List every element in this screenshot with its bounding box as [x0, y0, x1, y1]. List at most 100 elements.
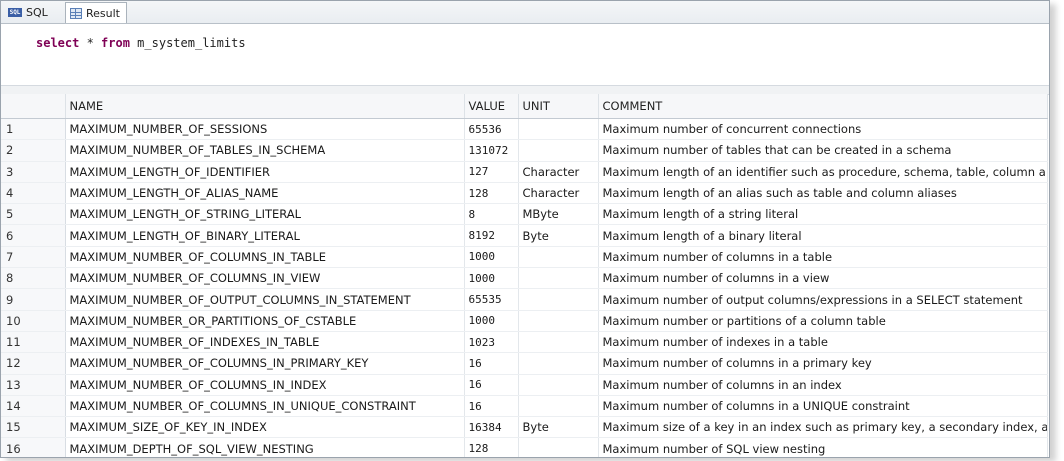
- header-unit[interactable]: UNIT: [518, 94, 599, 119]
- comment-cell[interactable]: Maximum number of tables that can be cre…: [598, 139, 1048, 162]
- comment-cell[interactable]: Maximum length of a binary literal: [598, 224, 1048, 247]
- name-cell[interactable]: MAXIMUM_NUMBER_OF_COLUMNS_IN_PRIMARY_KEY: [65, 352, 465, 375]
- unit-cell[interactable]: [518, 374, 599, 396]
- table-row[interactable]: 11 MAXIMUM_NUMBER_OF_INDEXES_IN_TABLE 1023…: [1, 331, 1048, 354]
- unit-cell[interactable]: [518, 139, 599, 162]
- name-cell[interactable]: MAXIMUM_NUMBER_OF_COLUMNS_IN_VIEW: [65, 267, 465, 290]
- unit-cell[interactable]: Byte: [518, 224, 599, 247]
- row-number-cell[interactable]: 8: [1, 267, 66, 290]
- unit-cell[interactable]: [518, 267, 599, 290]
- unit-cell[interactable]: [518, 288, 599, 311]
- unit-cell[interactable]: Character: [518, 161, 599, 183]
- unit-cell[interactable]: [518, 352, 599, 375]
- table-row[interactable]: 2 MAXIMUM_NUMBER_OF_TABLES_IN_SCHEMA 13107…: [1, 139, 1048, 162]
- header-value[interactable]: VALUE: [464, 94, 519, 119]
- comment-cell[interactable]: Maximum length of an alias such as table…: [598, 182, 1048, 205]
- row-number-cell[interactable]: 11: [1, 331, 66, 354]
- value-cell[interactable]: 8: [464, 203, 519, 226]
- value-cell[interactable]: 65536: [464, 118, 519, 141]
- comment-cell[interactable]: Maximum number of columns in a table: [598, 246, 1048, 269]
- value-cell[interactable]: 128: [464, 437, 519, 457]
- name-cell[interactable]: MAXIMUM_NUMBER_OF_INDEXES_IN_TABLE: [65, 331, 465, 354]
- row-number-cell[interactable]: 14: [1, 395, 66, 418]
- table-row[interactable]: 6 MAXIMUM_LENGTH_OF_BINARY_LITERAL 8192 Byt…: [1, 224, 1048, 247]
- header-name[interactable]: NAME: [65, 94, 465, 119]
- table-row[interactable]: 4 MAXIMUM_LENGTH_OF_ALIAS_NAME 128 Characte…: [1, 182, 1048, 205]
- row-number-cell[interactable]: 4: [1, 182, 66, 205]
- row-number-cell[interactable]: 15: [1, 416, 66, 439]
- comment-cell[interactable]: Maximum number of columns in a UNIQUE co…: [598, 395, 1048, 418]
- name-cell[interactable]: MAXIMUM_DEPTH_OF_SQL_VIEW_NESTING: [65, 437, 465, 457]
- table-row[interactable]: 3 MAXIMUM_LENGTH_OF_IDENTIFIER 127 Characte…: [1, 161, 1048, 183]
- table-row[interactable]: 5 MAXIMUM_LENGTH_OF_STRING_LITERAL 8 MByte M…: [1, 203, 1048, 226]
- unit-cell[interactable]: [518, 437, 599, 457]
- comment-cell[interactable]: Maximum size of a key in an index such a…: [598, 416, 1048, 439]
- value-cell[interactable]: 16: [464, 352, 519, 375]
- table-row[interactable]: 9 MAXIMUM_NUMBER_OF_OUTPUT_COLUMNS_IN_STA…: [1, 288, 1048, 311]
- table-row[interactable]: 7 MAXIMUM_NUMBER_OF_COLUMNS_IN_TABLE 1000 M…: [1, 246, 1048, 269]
- sql-query-text[interactable]: select * from m_system_limits: [1, 24, 1049, 85]
- row-number-cell[interactable]: 12: [1, 352, 66, 375]
- comment-cell[interactable]: Maximum number of columns in a primary k…: [598, 352, 1048, 375]
- comment-cell[interactable]: Maximum number or partitions of a column…: [598, 310, 1048, 332]
- header-comment[interactable]: COMMENT: [598, 94, 1048, 119]
- name-cell[interactable]: MAXIMUM_NUMBER_OF_COLUMNS_IN_TABLE: [65, 246, 465, 269]
- row-number-cell[interactable]: 13: [1, 374, 66, 396]
- comment-cell[interactable]: Maximum number of indexes in a table: [598, 331, 1048, 354]
- table-row[interactable]: 1 MAXIMUM_NUMBER_OF_SESSIONS 65536 Maximum …: [1, 118, 1048, 141]
- name-cell[interactable]: MAXIMUM_LENGTH_OF_STRING_LITERAL: [65, 203, 465, 226]
- table-row[interactable]: 13 MAXIMUM_NUMBER_OF_COLUMNS_IN_INDEX 16 Ma…: [1, 374, 1048, 396]
- value-cell[interactable]: 1000: [464, 246, 519, 269]
- tab-sql[interactable]: SQL SQL: [4, 3, 56, 22]
- value-cell[interactable]: 8192: [464, 224, 519, 247]
- name-cell[interactable]: MAXIMUM_LENGTH_OF_BINARY_LITERAL: [65, 224, 465, 247]
- value-cell[interactable]: 128: [464, 182, 519, 205]
- value-cell[interactable]: 1000: [464, 267, 519, 290]
- unit-cell[interactable]: [518, 118, 599, 141]
- row-number-cell[interactable]: 16: [1, 437, 66, 457]
- comment-cell[interactable]: Maximum number of concurrent connections: [598, 118, 1048, 141]
- name-cell[interactable]: MAXIMUM_NUMBER_OR_PARTITIONS_OF_CSTABLE: [65, 310, 465, 332]
- unit-cell[interactable]: [518, 395, 599, 418]
- name-cell[interactable]: MAXIMUM_NUMBER_OF_TABLES_IN_SCHEMA: [65, 139, 465, 162]
- unit-cell[interactable]: Byte: [518, 416, 599, 439]
- table-row[interactable]: 15 MAXIMUM_SIZE_OF_KEY_IN_INDEX 16384 Byte M…: [1, 416, 1048, 439]
- value-cell[interactable]: 1023: [464, 331, 519, 354]
- unit-cell[interactable]: [518, 246, 599, 269]
- name-cell[interactable]: MAXIMUM_SIZE_OF_KEY_IN_INDEX: [65, 416, 465, 439]
- comment-cell[interactable]: Maximum length of an identifier such as …: [598, 161, 1048, 183]
- table-row[interactable]: 14 MAXIMUM_NUMBER_OF_COLUMNS_IN_UNIQUE_CO…: [1, 395, 1048, 418]
- name-cell[interactable]: MAXIMUM_NUMBER_OF_OUTPUT_COLUMNS_IN_STAT…: [65, 288, 465, 311]
- row-number-cell[interactable]: 6: [1, 224, 66, 247]
- row-number-cell[interactable]: 9: [1, 288, 66, 311]
- name-cell[interactable]: MAXIMUM_NUMBER_OF_COLUMNS_IN_INDEX: [65, 374, 465, 396]
- row-number-cell[interactable]: 2: [1, 139, 66, 162]
- value-cell[interactable]: 16: [464, 395, 519, 418]
- comment-cell[interactable]: Maximum number of output columns/express…: [598, 288, 1048, 311]
- row-number-cell[interactable]: 10: [1, 310, 66, 332]
- table-row[interactable]: 10 MAXIMUM_NUMBER_OR_PARTITIONS_OF_CSTABL…: [1, 310, 1048, 332]
- comment-cell[interactable]: Maximum number of SQL view nesting: [598, 437, 1048, 457]
- unit-cell[interactable]: MByte: [518, 203, 599, 226]
- comment-cell[interactable]: Maximum number of columns in a view: [598, 267, 1048, 290]
- value-cell[interactable]: 127: [464, 161, 519, 183]
- comment-cell[interactable]: Maximum length of a string literal: [598, 203, 1048, 226]
- table-row[interactable]: 8 MAXIMUM_NUMBER_OF_COLUMNS_IN_VIEW 1000 Ma…: [1, 267, 1048, 290]
- name-cell[interactable]: MAXIMUM_LENGTH_OF_IDENTIFIER: [65, 161, 465, 183]
- unit-cell[interactable]: [518, 331, 599, 354]
- unit-cell[interactable]: Character: [518, 182, 599, 205]
- name-cell[interactable]: MAXIMUM_NUMBER_OF_COLUMNS_IN_UNIQUE_CONS…: [65, 395, 465, 418]
- header-row-number[interactable]: [1, 94, 66, 119]
- row-number-cell[interactable]: 5: [1, 203, 66, 226]
- row-number-cell[interactable]: 1: [1, 118, 66, 141]
- value-cell[interactable]: 131072: [464, 139, 519, 162]
- tab-result[interactable]: Result: [65, 2, 127, 23]
- name-cell[interactable]: MAXIMUM_LENGTH_OF_ALIAS_NAME: [65, 182, 465, 205]
- table-row[interactable]: 12 MAXIMUM_NUMBER_OF_COLUMNS_IN_PRIMARY_K…: [1, 352, 1048, 375]
- name-cell[interactable]: MAXIMUM_NUMBER_OF_SESSIONS: [65, 118, 465, 141]
- table-row[interactable]: 16 MAXIMUM_DEPTH_OF_SQL_VIEW_NESTING 128 Ma…: [1, 437, 1048, 457]
- row-number-cell[interactable]: 7: [1, 246, 66, 269]
- value-cell[interactable]: 1000: [464, 310, 519, 332]
- value-cell[interactable]: 65535: [464, 288, 519, 311]
- row-number-cell[interactable]: 3: [1, 161, 66, 183]
